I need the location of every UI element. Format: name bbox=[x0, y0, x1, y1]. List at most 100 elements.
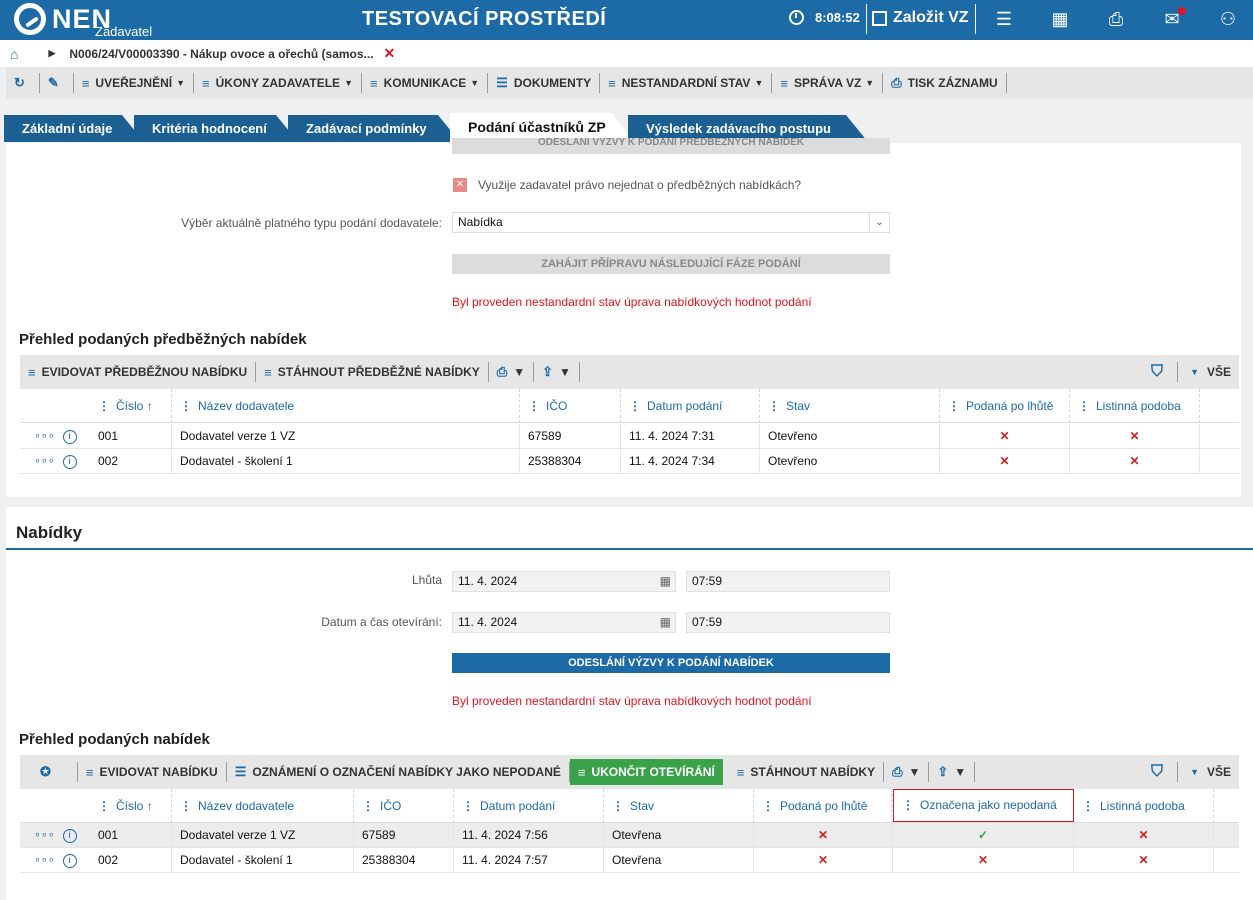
breadcrumb-title[interactable]: N006/24/V00003390 - Nákup ovoce a ořechů… bbox=[69, 47, 373, 61]
tab-kriteria-hodnoceni[interactable]: Kritéria hodnocení bbox=[134, 115, 298, 142]
col-listinna[interactable]: ⋮ Listinná podoba bbox=[1074, 789, 1214, 823]
col-po-lhute[interactable]: ⋮ Podaná po lhůtě bbox=[754, 789, 892, 823]
inbox-icon[interactable]: ⎙ bbox=[1105, 8, 1127, 30]
filter-icon[interactable]: ⛉ bbox=[1151, 763, 1163, 781]
info-icon[interactable]: i bbox=[62, 430, 77, 444]
button-label: STÁHNOUT NABÍDKY bbox=[750, 765, 876, 779]
column-menu-icon: ⋮ bbox=[948, 399, 960, 413]
tab-zakladni-udaje[interactable]: Základní údaje bbox=[4, 115, 144, 142]
cross-icon: ✕ bbox=[940, 449, 1070, 474]
register-preliminary-offer-button[interactable]: ≡ EVIDOVAT PŘEDBĚŽNOU NABÍDKU bbox=[20, 362, 257, 382]
otevirani-time-input[interactable]: 07:59 bbox=[686, 612, 890, 633]
col-nazev[interactable]: ⋮ Název dodavatele bbox=[172, 789, 354, 823]
col-cislo[interactable]: ⋮ Číslo ↑ bbox=[90, 789, 172, 823]
print-menu-button[interactable]: ⎙ ▼ bbox=[884, 762, 930, 782]
send-preliminary-invitation-button[interactable]: ODESLÁNÍ VÝZVY K PODÁNÍ PŘEDBĚŽNÝCH NABÍ… bbox=[452, 138, 890, 154]
col-label: Podaná po lhůtě bbox=[966, 399, 1054, 413]
print-menu-button[interactable]: ⎙ ▼ bbox=[489, 362, 535, 382]
button-label: STÁHNOUT PŘEDBĚŽNÉ NABÍDKY bbox=[277, 365, 480, 379]
export-menu-button[interactable]: ⇪ ▼ bbox=[929, 762, 976, 782]
col-stav[interactable]: ⋮ Stav bbox=[604, 789, 754, 823]
caret-down-icon[interactable]: ▼ bbox=[1190, 767, 1199, 777]
col-stav[interactable]: ⋮ Stav bbox=[760, 389, 940, 423]
send-invitation-button[interactable]: ODESLÁNÍ VÝZVY K PODÁNÍ NABÍDEK bbox=[452, 653, 890, 673]
ribbon-button[interactable]: ✪ bbox=[20, 762, 78, 782]
divider bbox=[1177, 362, 1179, 382]
close-icon[interactable]: ✕ bbox=[384, 45, 396, 62]
calendar-icon[interactable]: ▦ bbox=[660, 572, 671, 591]
checkbox-label: Využije zadavatel právo nejednat o předb… bbox=[478, 178, 802, 192]
cell-ico: 67589 bbox=[354, 823, 454, 848]
col-ico[interactable]: ⋮ IČO bbox=[520, 389, 621, 423]
col-label: Číslo bbox=[116, 399, 144, 413]
toolbar-ukony-zadavatele[interactable]: ≡ ÚKONY ZADAVATELE ▼ bbox=[194, 73, 362, 93]
lhuta-date-input[interactable]: 11. 4. 2024 ▦ bbox=[452, 571, 676, 592]
table-row[interactable]: ∘∘∘ i 001 Dodavatel verze 1 VZ 67589 11. … bbox=[20, 424, 1239, 449]
download-preliminary-offers-button[interactable]: ≡ STÁHNOUT PŘEDBĚŽNÉ NABÍDKY bbox=[256, 362, 489, 382]
caret-down-icon[interactable]: ▼ bbox=[1190, 367, 1199, 377]
home-icon[interactable]: ⌂ bbox=[10, 46, 18, 62]
col-nazev[interactable]: ⋮ Název dodavatele bbox=[172, 389, 520, 423]
column-menu-icon: ⋮ bbox=[362, 799, 374, 813]
info-icon[interactable]: i bbox=[62, 455, 77, 469]
table-row[interactable]: ∘∘∘ i 001 Dodavatel verze 1 VZ 67589 11. … bbox=[20, 823, 1239, 848]
col-label: Podaná po lhůtě bbox=[780, 799, 868, 813]
check-icon: ✓ bbox=[893, 823, 1074, 848]
edit-button[interactable]: ✎ bbox=[40, 73, 74, 93]
toolbar-label: ÚKONY ZADAVATELE bbox=[215, 76, 341, 90]
cell-ico: 67589 bbox=[520, 424, 621, 449]
checkbox-icon[interactable]: ✕ bbox=[453, 178, 467, 192]
col-datum[interactable]: ⋮ Datum podání bbox=[454, 789, 604, 823]
toolbar-label: TISK ZÁZNAMU bbox=[907, 76, 998, 90]
nonstandard-warning: Byl proveden nestandardní stav úprava na… bbox=[452, 694, 812, 708]
cell-cislo: 001 bbox=[90, 823, 172, 848]
table-row[interactable]: ∘∘∘ i 002 Dodavatel - školení 1 25388304 … bbox=[20, 449, 1239, 474]
chevron-down-icon: ⌄ bbox=[869, 213, 889, 232]
next-phase-button[interactable]: ZAHÁJIT PŘÍPRAVU NÁSLEDUJÍCÍ FÁZE PODÁNÍ bbox=[452, 254, 890, 274]
supplier-submission-type-select[interactable]: Nabídka ⌄ bbox=[452, 212, 890, 233]
col-nepodana[interactable]: ⋮ Označena jako nepodaná bbox=[893, 789, 1074, 822]
calendar-icon[interactable]: ▦ bbox=[660, 613, 671, 632]
toolbar-komunikace[interactable]: ≡ KOMUNIKACE ▼ bbox=[362, 73, 489, 93]
filter-all-label[interactable]: VŠE bbox=[1207, 365, 1231, 379]
end-opening-button[interactable]: ≡ UKONČIT OTEVÍRÁNÍ bbox=[569, 759, 723, 785]
user-icon[interactable]: ⚇ bbox=[1217, 8, 1239, 30]
download-offers-button[interactable]: ≡ STÁHNOUT NABÍDKY bbox=[729, 762, 885, 782]
col-po-lhute[interactable]: ⋮ Podaná po lhůtě bbox=[940, 389, 1070, 423]
col-ico[interactable]: ⋮ IČO bbox=[354, 789, 454, 823]
table-row[interactable]: ∘∘∘ i 002 Dodavatel - školení 1 25388304 … bbox=[20, 848, 1239, 873]
toolbar-sprava-vz[interactable]: ≡ SPRÁVA VZ ▼ bbox=[772, 73, 884, 93]
toolbar-dokumenty[interactable]: ☰ DOKUMENTY bbox=[488, 73, 601, 93]
row-actions: ∘∘∘ i bbox=[34, 823, 77, 848]
refresh-button[interactable]: ↻ bbox=[6, 73, 40, 93]
cell-datum: 11. 4. 2024 7:31 bbox=[621, 424, 760, 449]
toolbar-nestandardni-stav[interactable]: ≡ NESTANDARDNÍ STAV ▼ bbox=[600, 73, 773, 93]
more-icon[interactable]: ∘∘∘ bbox=[34, 854, 55, 866]
register-offer-button[interactable]: ≡ EVIDOVAT NABÍDKU bbox=[78, 762, 227, 782]
notice-offer-not-submitted-button[interactable]: ☰ OZNÁMENÍ O OZNAČENÍ NABÍDKY JAKO NEPODA… bbox=[227, 762, 570, 782]
filter-icon[interactable]: ⛉ bbox=[1151, 363, 1163, 381]
create-vz-button[interactable]: Založit VZ bbox=[872, 9, 969, 27]
cell-nazev: Dodavatel - školení 1 bbox=[172, 848, 354, 873]
calculator-icon[interactable]: ▦ bbox=[1049, 8, 1071, 30]
toolbar-uverejneni[interactable]: ≡ UVEŘEJNĚNÍ ▼ bbox=[74, 73, 195, 93]
more-icon[interactable]: ∘∘∘ bbox=[34, 455, 55, 467]
filter-all-label[interactable]: VŠE bbox=[1207, 765, 1231, 779]
otevirani-date-input[interactable]: 11. 4. 2024 ▦ bbox=[452, 612, 676, 633]
more-icon[interactable]: ∘∘∘ bbox=[34, 829, 55, 841]
col-listinna[interactable]: ⋮ Listinná podoba bbox=[1070, 389, 1200, 423]
col-datum[interactable]: ⋮ Datum podání bbox=[621, 389, 760, 423]
info-icon[interactable]: i bbox=[62, 854, 77, 868]
caret-down-icon: ▼ bbox=[865, 78, 875, 88]
col-cislo[interactable]: ⋮ Číslo ↑ bbox=[90, 389, 172, 423]
column-menu-icon: ⋮ bbox=[98, 799, 110, 813]
info-icon[interactable]: i bbox=[62, 829, 77, 843]
toolbar-tisk-zaznamu[interactable]: ⎙ TISK ZÁZNAMU bbox=[883, 73, 1007, 93]
tab-zadavaci-podminky[interactable]: Zadávací podmínky bbox=[288, 115, 460, 142]
cell-stav: Otevřena bbox=[604, 823, 754, 848]
menu-icon[interactable]: ☰ bbox=[993, 8, 1015, 30]
export-menu-button[interactable]: ⇪ ▼ bbox=[534, 362, 580, 382]
list-icon: ≡ bbox=[264, 364, 272, 380]
lhuta-time-input[interactable]: 07:59 bbox=[686, 571, 890, 592]
more-icon[interactable]: ∘∘∘ bbox=[34, 430, 55, 442]
